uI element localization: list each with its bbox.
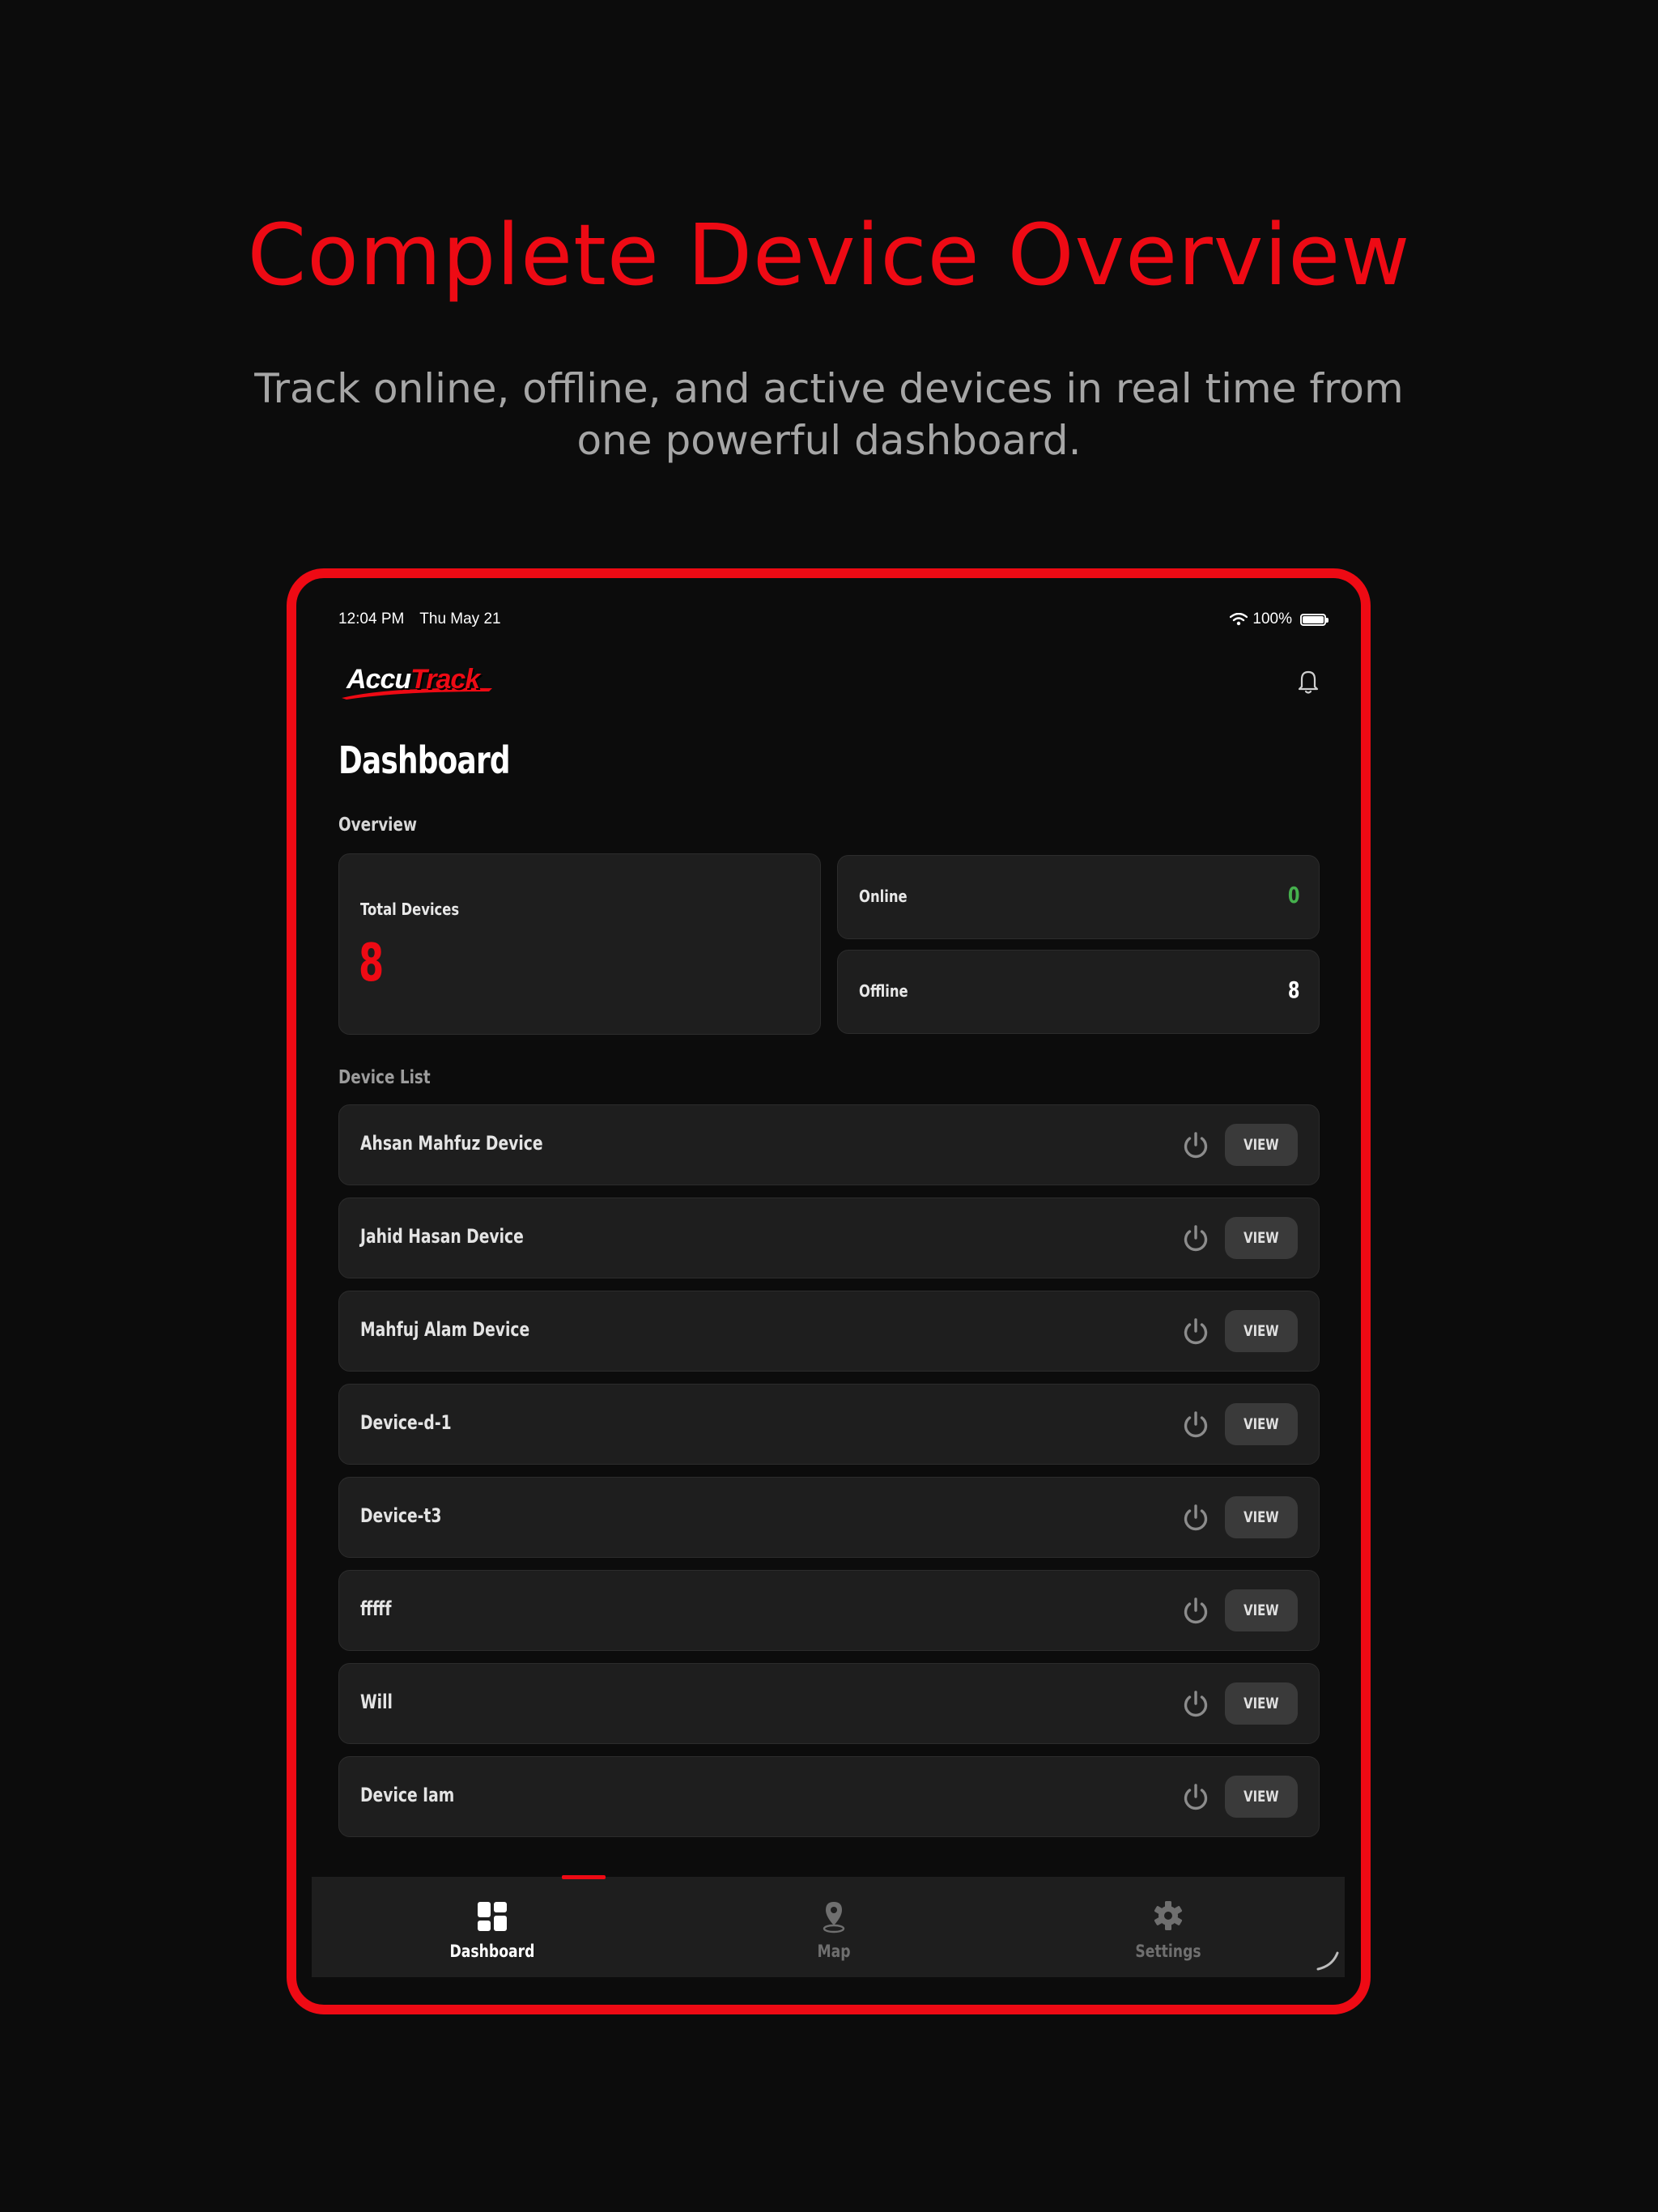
tab-dashboard-label: Dashboard <box>449 1942 535 1961</box>
view-button-label: VIEW <box>1244 1788 1279 1806</box>
device-name: Device-d-1 <box>360 1411 452 1434</box>
power-icon[interactable] <box>1180 1595 1212 1627</box>
tab-map-label: Map <box>817 1942 851 1961</box>
power-icon[interactable] <box>1180 1688 1212 1721</box>
offline-card: Offline 8 <box>837 950 1320 1034</box>
device-row: fffff VIEW <box>338 1570 1320 1651</box>
total-devices-label: Total Devices <box>360 900 460 919</box>
device-name: Device Iam <box>360 1784 455 1806</box>
tab-map[interactable]: Map <box>745 1877 923 1977</box>
tablet-frame: 12:04 PM Thu May 21 100% AccuTrack Dashb… <box>287 568 1371 2014</box>
power-icon[interactable] <box>1180 1781 1212 1814</box>
logo-wordmark: AccuTrack <box>346 664 480 696</box>
power-icon[interactable] <box>1180 1409 1212 1441</box>
view-button-label: VIEW <box>1244 1508 1279 1526</box>
view-button-label: VIEW <box>1244 1602 1279 1619</box>
view-button[interactable]: VIEW <box>1225 1589 1298 1631</box>
total-devices-value: 8 <box>359 934 385 993</box>
online-count: 0 <box>1287 882 1299 908</box>
device-row: Mahfuj Alam Device VIEW <box>338 1291 1320 1372</box>
device-name: Device-t3 <box>360 1504 442 1527</box>
device-row: Device Iam VIEW <box>338 1756 1320 1837</box>
hero-subtitle: Track online, offline, and active device… <box>254 365 1404 464</box>
status-date: Thu May 21 <box>419 610 501 627</box>
online-card: Online 0 <box>837 855 1320 939</box>
power-icon[interactable] <box>1180 1223 1212 1255</box>
device-name: fffff <box>360 1597 392 1620</box>
view-button-label: VIEW <box>1244 1136 1279 1154</box>
power-icon[interactable] <box>1180 1502 1212 1534</box>
power-icon[interactable] <box>1180 1129 1212 1162</box>
total-devices-card: Total Devices 8 <box>338 853 821 1035</box>
dashboard-grid-icon <box>478 1902 507 1931</box>
view-button[interactable]: VIEW <box>1225 1776 1298 1818</box>
logo-part-track: Track <box>410 664 480 695</box>
tab-dashboard[interactable]: Dashboard <box>403 1875 606 1977</box>
view-button[interactable]: VIEW <box>1225 1217 1298 1259</box>
device-name: Jahid Hasan Device <box>360 1225 524 1248</box>
active-tab-indicator <box>562 1875 606 1879</box>
view-button-label: VIEW <box>1244 1695 1279 1712</box>
view-button[interactable]: VIEW <box>1225 1682 1298 1725</box>
gear-icon <box>1154 1901 1183 1930</box>
map-pin-icon <box>823 1902 845 1933</box>
view-button[interactable]: VIEW <box>1225 1496 1298 1538</box>
view-button[interactable]: VIEW <box>1225 1124 1298 1166</box>
bottom-tab-bar: Dashboard Map Settings <box>312 1875 1345 1977</box>
app-logo: AccuTrack <box>342 661 492 703</box>
notification-bell-icon[interactable] <box>1295 667 1322 696</box>
device-name: Mahfuj Alam Device <box>360 1318 530 1341</box>
view-button-label: VIEW <box>1244 1415 1279 1433</box>
device-row: Jahid Hasan Device VIEW <box>338 1197 1320 1278</box>
battery-icon <box>1300 613 1329 626</box>
hero-headline: Complete Device Overview <box>247 206 1411 304</box>
device-row: Device-d-1 VIEW <box>338 1384 1320 1465</box>
device-list-label: Device List <box>338 1067 431 1088</box>
offline-label: Offline <box>859 981 908 1001</box>
status-bar: 12:04 PM Thu May 21 100% <box>338 610 1329 635</box>
tab-settings[interactable]: Settings <box>1079 1877 1257 1977</box>
device-row: Ahsan Mahfuz Device VIEW <box>338 1104 1320 1185</box>
device-name: Ahsan Mahfuz Device <box>360 1132 543 1155</box>
logo-part-accu: Accu <box>346 664 411 695</box>
view-button-label: VIEW <box>1244 1229 1279 1247</box>
device-row: Device-t3 VIEW <box>338 1477 1320 1558</box>
online-label: Online <box>859 887 908 906</box>
battery-percent: 100% <box>1252 610 1292 627</box>
wifi-icon <box>1230 613 1248 626</box>
device-name: Will <box>360 1691 393 1713</box>
offline-count: 8 <box>1287 976 1299 1003</box>
power-icon[interactable] <box>1180 1316 1212 1348</box>
view-button[interactable]: VIEW <box>1225 1310 1298 1352</box>
device-list: Ahsan Mahfuz Device VIEW Jahid Hasan Dev… <box>338 1104 1320 1849</box>
device-row: Will VIEW <box>338 1663 1320 1744</box>
tab-settings-label: Settings <box>1135 1942 1201 1961</box>
page-title: Dashboard <box>338 738 511 782</box>
overview-label: Overview <box>338 815 417 836</box>
view-button-label: VIEW <box>1244 1322 1279 1340</box>
resize-handle-icon[interactable] <box>1315 1948 1342 1972</box>
view-button[interactable]: VIEW <box>1225 1403 1298 1445</box>
status-time: 12:04 PM <box>338 610 405 627</box>
